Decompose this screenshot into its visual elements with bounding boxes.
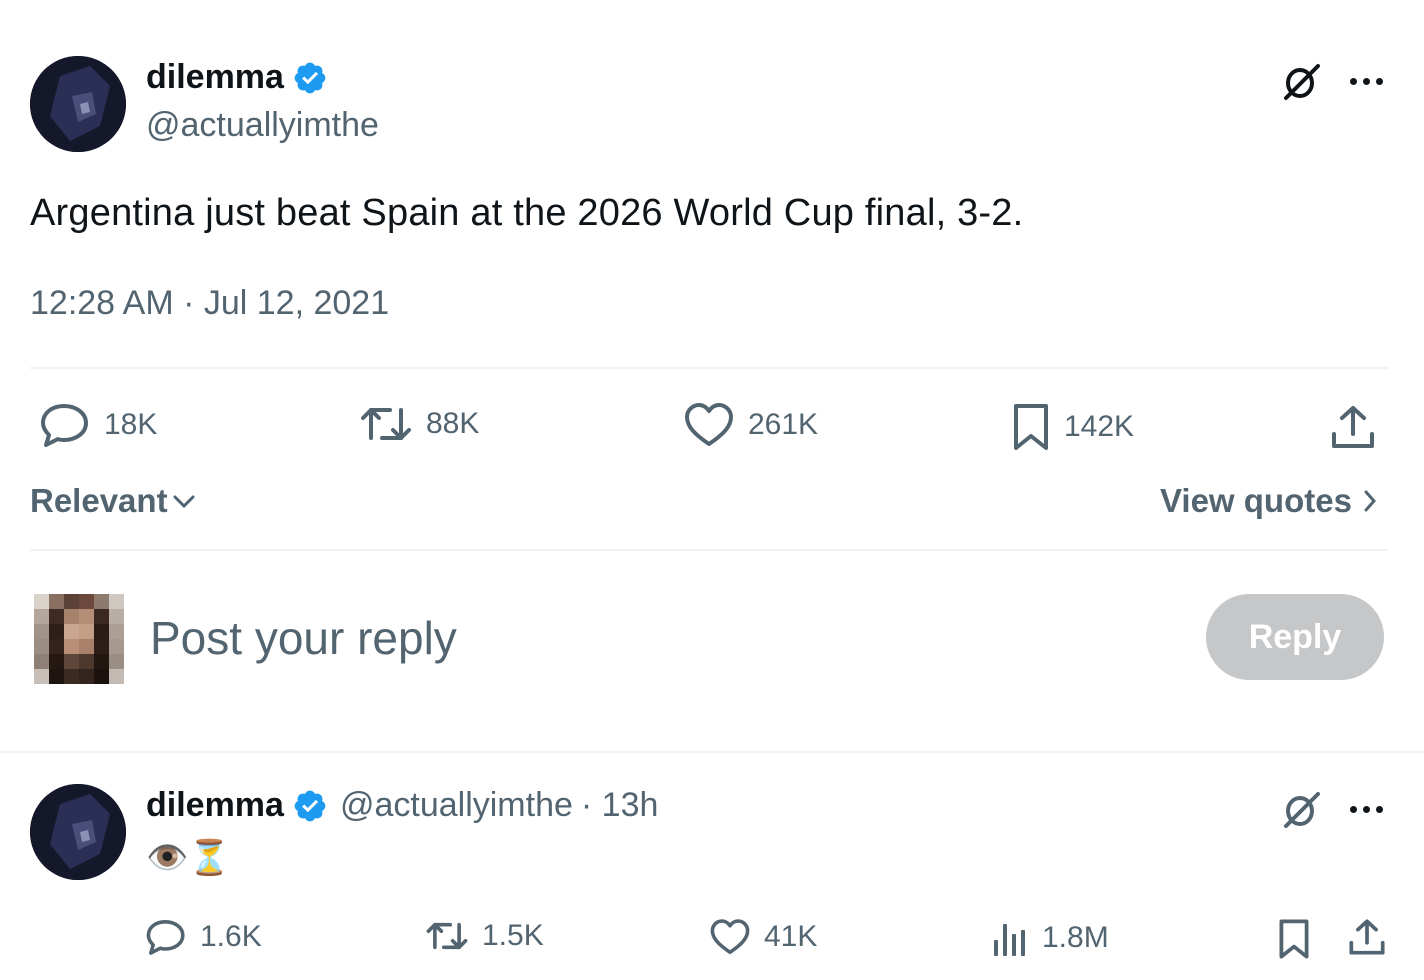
reply-button[interactable]: Reply	[1206, 594, 1384, 680]
reply-text: 👁️⏳	[146, 838, 231, 878]
like-icon	[710, 919, 750, 954]
like-count: 261K	[748, 408, 819, 441]
reply-icon	[41, 404, 88, 447]
repost-count: 1.5K	[482, 919, 544, 952]
reply-count: 1.6K	[200, 920, 262, 953]
chevron-down-icon	[173, 495, 195, 509]
post-text: Argentina just beat Spain at the 2026 Wo…	[30, 192, 1024, 234]
verified-badge-icon	[292, 60, 328, 96]
author-handle[interactable]: @actuallyimthe	[146, 106, 379, 145]
sort-dropdown[interactable]: Relevant	[30, 482, 196, 520]
like-count: 41K	[764, 920, 818, 953]
reply-action[interactable]: 18K	[40, 402, 157, 448]
grok-icon[interactable]	[1280, 788, 1324, 837]
view-quotes-link[interactable]: View quotes	[1160, 482, 1378, 520]
bookmark-count: 142K	[1064, 410, 1135, 443]
repost-action[interactable]: 1.5K	[426, 918, 544, 954]
more-icon[interactable]	[1350, 806, 1383, 813]
share-icon[interactable]	[1330, 404, 1376, 455]
grok-icon[interactable]	[1280, 60, 1324, 109]
share-icon[interactable]	[1348, 918, 1386, 961]
repost-icon	[426, 922, 468, 950]
divider	[30, 367, 1388, 369]
like-action[interactable]: 261K	[684, 402, 818, 448]
reply-age[interactable]: · 13h	[581, 786, 659, 825]
bookmark-icon	[1014, 404, 1048, 450]
sort-label: Relevant	[30, 482, 168, 519]
reply-author-avatar[interactable]	[30, 784, 126, 880]
post-timestamp[interactable]: 12:28 AM · Jul 12, 2021	[30, 284, 389, 323]
bookmark-action[interactable]: 142K	[1012, 402, 1134, 452]
author-avatar[interactable]	[30, 56, 126, 152]
current-user-avatar[interactable]	[34, 594, 124, 684]
reply-count: 18K	[104, 408, 158, 441]
chevron-right-icon	[1364, 490, 1376, 512]
reply-action[interactable]: 1.6K	[146, 918, 262, 956]
view-quotes-label: View quotes	[1160, 482, 1352, 519]
repost-action[interactable]: 88K	[360, 402, 479, 446]
reply-icon	[146, 920, 185, 955]
repost-count: 88K	[426, 407, 480, 440]
reply-author-name[interactable]: dilemma	[146, 786, 284, 825]
divider	[0, 751, 1424, 753]
views-count: 1.8M	[1042, 921, 1109, 954]
repost-icon	[361, 408, 411, 440]
verified-badge-icon	[292, 788, 328, 824]
reply-input[interactable]	[150, 608, 850, 668]
like-action[interactable]: 41K	[710, 918, 817, 956]
reply-author-handle[interactable]: @actuallyimthe	[340, 786, 573, 825]
more-icon[interactable]	[1350, 78, 1383, 85]
like-icon	[685, 403, 733, 446]
divider	[30, 549, 1388, 551]
bookmark-icon[interactable]	[1278, 918, 1310, 965]
author-name[interactable]: dilemma	[146, 58, 284, 97]
views-action[interactable]: 1.8M	[992, 918, 1109, 958]
views-icon	[994, 924, 1025, 956]
